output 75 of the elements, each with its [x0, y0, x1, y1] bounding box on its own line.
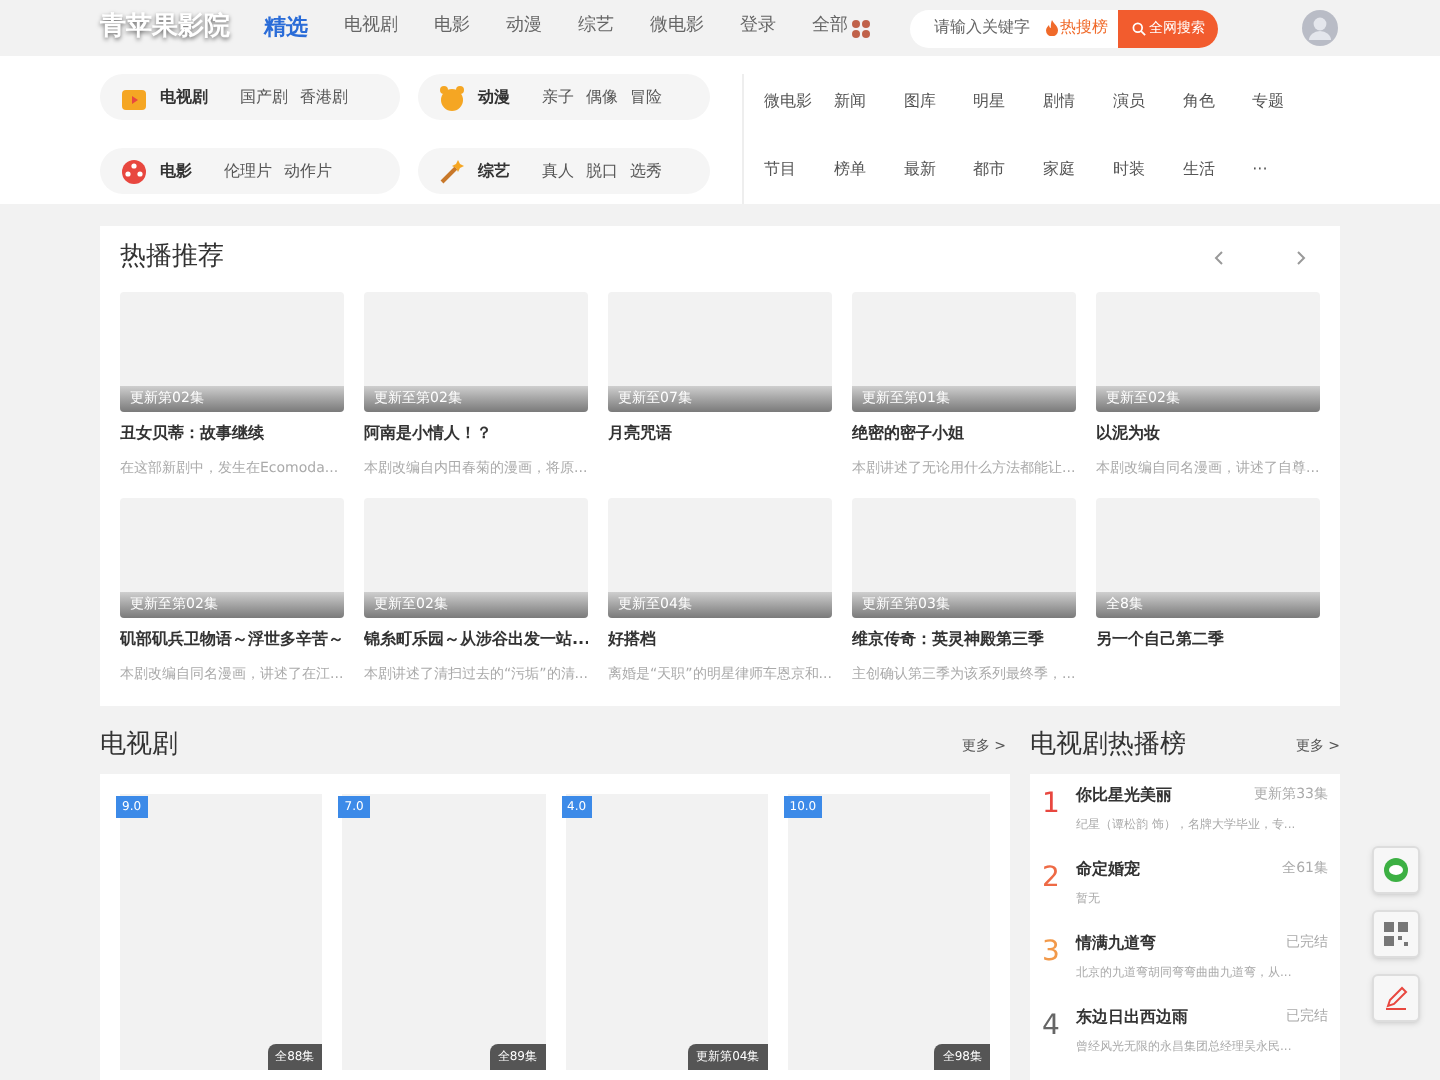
- tag-link[interactable]: 新闻: [833, 90, 904, 137]
- category-link[interactable]: 动作片: [284, 159, 332, 183]
- ranking-title[interactable]: 东边日出西边雨: [1076, 1006, 1188, 1030]
- tag-link[interactable]: 节目: [764, 157, 834, 204]
- video-title[interactable]: 丑女贝蒂：故事继续: [120, 422, 344, 446]
- category-title[interactable]: 电视剧: [160, 85, 208, 109]
- category-link[interactable]: 选秀: [630, 159, 662, 183]
- section-title: 电视剧: [100, 728, 178, 765]
- bear-face-icon: [438, 83, 466, 111]
- flame-icon: [1046, 20, 1058, 36]
- category-link[interactable]: 真人: [542, 159, 574, 183]
- video-title[interactable]: 维京传奇：英灵神殿第三季: [852, 628, 1076, 652]
- section-title: 热播推荐: [120, 240, 224, 277]
- magic-wand-icon: [438, 157, 466, 185]
- category-title[interactable]: 综艺: [478, 159, 510, 183]
- tag-link[interactable]: 微电影: [764, 90, 834, 137]
- video-title[interactable]: 锦糸町乐园～从涉谷出发一站...: [364, 628, 588, 652]
- nav-link[interactable]: 登录: [740, 14, 776, 42]
- tag-link[interactable]: 家庭: [1043, 157, 1113, 204]
- ranking-title[interactable]: 情满九道弯: [1076, 932, 1156, 956]
- video-title[interactable]: 矶部矶兵卫物语～浮世多辛苦～: [120, 628, 344, 652]
- tag-link[interactable]: 专题: [1252, 90, 1322, 137]
- section-title: 电视剧热播榜: [1030, 728, 1186, 765]
- nav-link[interactable]: 动漫: [506, 14, 542, 42]
- chevron-left-icon[interactable]: [1212, 250, 1224, 266]
- floating-button[interactable]: [1372, 910, 1420, 958]
- chevron-right-icon[interactable]: [1296, 250, 1308, 266]
- category-link[interactable]: 偶像: [586, 85, 618, 109]
- search-icon: [1131, 21, 1145, 35]
- nav-link[interactable]: 微电影: [650, 14, 704, 42]
- grid-icon: [852, 19, 870, 37]
- avatar-icon[interactable]: [1302, 10, 1338, 46]
- ranking-title[interactable]: 你比星光美丽: [1076, 784, 1172, 808]
- category-title[interactable]: 动漫: [478, 85, 510, 109]
- pencil-icon: [1384, 986, 1408, 1010]
- tag-link[interactable]: 生活: [1182, 157, 1253, 204]
- category-link[interactable]: 伦理片: [224, 159, 272, 183]
- tag-link[interactable]: 演员: [1112, 90, 1183, 137]
- tag-link[interactable]: 剧情: [1043, 90, 1113, 137]
- video-title[interactable]: 另一个自己第二季: [1096, 628, 1320, 652]
- nav-link[interactable]: 电视剧: [344, 14, 398, 42]
- category-link[interactable]: 冒险: [630, 85, 662, 109]
- category-link[interactable]: 香港剧: [300, 85, 348, 109]
- video-title[interactable]: 好搭档: [608, 628, 832, 652]
- tag-link[interactable]: 时装: [1112, 157, 1183, 204]
- category-link[interactable]: 亲子: [542, 85, 574, 109]
- tag-link[interactable]: 都市: [973, 157, 1043, 204]
- floating-button[interactable]: [1372, 846, 1420, 894]
- category-link[interactable]: 脱口: [586, 159, 618, 183]
- floating-button[interactable]: [1372, 974, 1420, 1022]
- film-reel-icon: [120, 157, 148, 185]
- video-title[interactable]: 月亮咒语: [608, 422, 832, 446]
- nav-link[interactable]: 综艺: [578, 14, 614, 42]
- tag-link[interactable]: 最新: [903, 157, 974, 204]
- tag-link[interactable]: 图库: [903, 90, 974, 137]
- rank-number: 1: [1042, 786, 1062, 824]
- nav-link[interactable]: 全部: [812, 14, 848, 42]
- category-title[interactable]: 电影: [160, 159, 192, 183]
- tag-link[interactable]: 明星: [973, 90, 1043, 137]
- tag-link[interactable]: 角色: [1182, 90, 1253, 137]
- category-link[interactable]: 国产剧: [240, 85, 288, 109]
- video-title[interactable]: 以泥为妆: [1096, 422, 1320, 446]
- video-title[interactable]: 阿南是小情人！？: [364, 422, 588, 446]
- tag-link[interactable]: ···: [1252, 157, 1322, 204]
- nav-link[interactable]: 精选: [264, 11, 308, 45]
- rank-number: 4: [1042, 1008, 1062, 1046]
- search-field[interactable]: 请输入关键字: [910, 16, 1038, 40]
- site-logo[interactable]: 青苹果影院: [100, 8, 264, 48]
- rank-number: 2: [1042, 860, 1062, 898]
- video-title[interactable]: 绝密的密子小姐: [852, 422, 1076, 446]
- qr-code-icon: [1384, 922, 1408, 946]
- tag-link[interactable]: 榜单: [833, 157, 904, 204]
- ranking-title[interactable]: 命定婚宠: [1076, 858, 1140, 882]
- rank-number: 3: [1042, 934, 1062, 972]
- nav-link[interactable]: 电影: [434, 14, 470, 42]
